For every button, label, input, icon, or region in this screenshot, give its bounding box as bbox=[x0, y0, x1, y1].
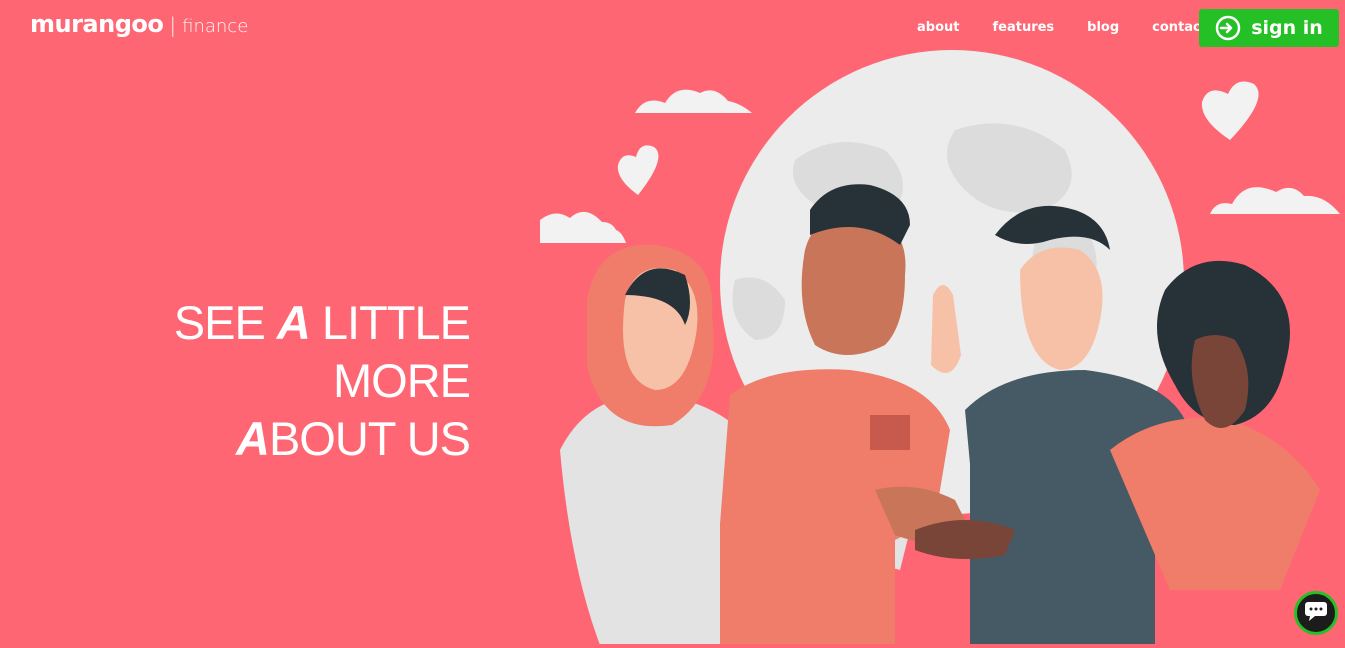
chat-bubble-icon bbox=[1304, 600, 1328, 626]
nav-blog[interactable]: blog bbox=[1087, 20, 1119, 35]
hero-text: SEE bbox=[173, 296, 277, 349]
hero-line-1: SEE A LITTLE MORE bbox=[173, 296, 471, 407]
brand-subtitle: finance bbox=[182, 16, 249, 37]
hero-text: LITTLE MORE bbox=[309, 296, 471, 407]
nav-about[interactable]: about bbox=[917, 20, 959, 35]
login-arrow-icon bbox=[1215, 15, 1241, 41]
chat-widget-button[interactable] bbox=[1294, 591, 1338, 635]
heart bbox=[617, 145, 659, 195]
cloud bbox=[540, 211, 626, 243]
hero-text-emph: A bbox=[235, 412, 270, 465]
hero-text: BOUT US bbox=[268, 412, 471, 465]
brand-separator: | bbox=[169, 13, 177, 37]
sign-in-button[interactable]: sign in bbox=[1199, 9, 1339, 47]
heart bbox=[1201, 81, 1259, 140]
sign-in-label: sign in bbox=[1251, 17, 1323, 39]
hero-line-2: ABOUT US bbox=[235, 412, 471, 465]
brand-name: murangoo bbox=[30, 10, 164, 38]
brand-logo[interactable]: murangoo | finance bbox=[30, 10, 248, 38]
hero-title: SEE A LITTLE MORE ABOUT US bbox=[60, 294, 471, 468]
cloud bbox=[1210, 187, 1340, 214]
nav-features[interactable]: features bbox=[992, 20, 1054, 35]
hero-text-emph: A bbox=[276, 296, 311, 349]
shirt-pocket bbox=[870, 415, 910, 450]
cloud bbox=[635, 89, 752, 113]
team-illustration bbox=[535, 50, 1345, 648]
